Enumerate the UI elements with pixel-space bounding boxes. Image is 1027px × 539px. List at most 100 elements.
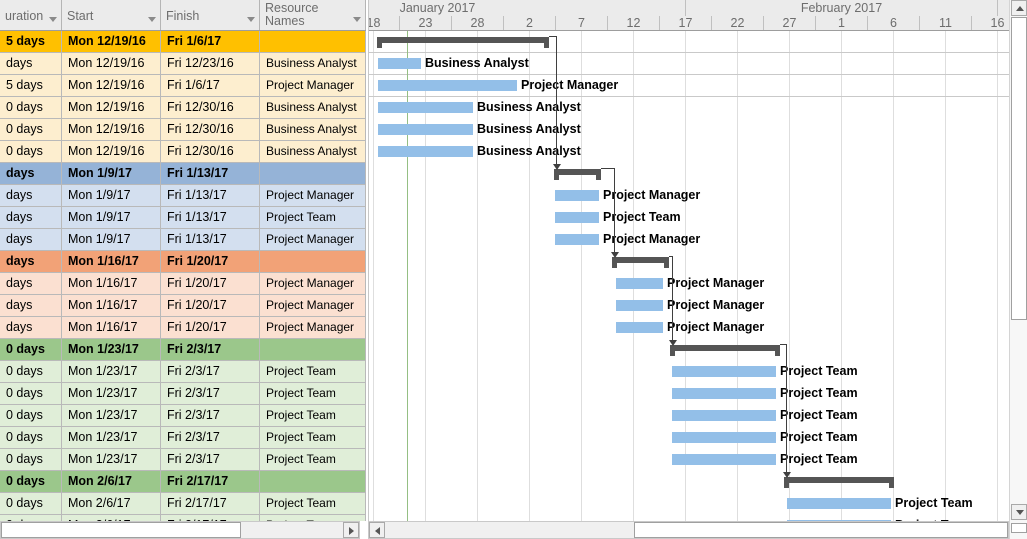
gantt-task-bar[interactable] [672,388,776,399]
cell-resource-names[interactable] [260,339,366,360]
chevron-down-icon[interactable] [353,17,361,22]
table-row[interactable]: 0 days Mon 12/19/16 Fri 12/30/16 Business A… [0,141,366,163]
table-row-summary[interactable]: 0 days Mon 1/23/17 Fri 2/3/17 [0,339,366,361]
cell-start[interactable]: Mon 1/16/17 [62,317,161,338]
cell-start[interactable]: Mon 2/6/17 [62,493,161,514]
cell-finish[interactable]: Fri 1/20/17 [161,295,260,316]
cell-duration[interactable]: 0 days [0,383,62,404]
cell-duration[interactable]: 0 days [0,427,62,448]
cell-resource-names[interactable]: Business Analyst [260,119,366,140]
cell-start[interactable]: Mon 1/9/17 [62,185,161,206]
cell-finish[interactable]: Fri 2/3/17 [161,427,260,448]
gantt-summary-bar[interactable] [612,257,669,263]
cell-finish[interactable]: Fri 1/20/17 [161,251,260,272]
table-row[interactable]: 0 days Mon 1/23/17 Fri 2/3/17 Project Team [0,405,366,427]
cell-resource-names[interactable]: Project Team [260,427,366,448]
gantt-task-bar[interactable] [672,454,776,465]
cell-resource-names[interactable]: Project Team [260,207,366,228]
vscroll-thumb[interactable] [1011,17,1027,320]
cell-resource-names[interactable]: Project Team [260,449,366,470]
gantt-task-bar[interactable] [378,58,421,69]
gantt-task-bar[interactable] [672,366,776,377]
chevron-down-icon[interactable] [247,17,255,22]
cell-resource-names[interactable]: Business Analyst [260,141,366,162]
chart-hscroll-thumb[interactable] [634,522,1008,538]
cell-resource-names[interactable]: Project Manager [260,273,366,294]
cell-start[interactable]: Mon 12/19/16 [62,31,161,52]
cell-finish[interactable]: Fri 2/17/17 [161,493,260,514]
cell-start[interactable]: Mon 12/19/16 [62,119,161,140]
column-header-finish[interactable]: Finish [161,0,260,30]
gantt-summary-bar[interactable] [784,477,894,483]
cell-start[interactable]: Mon 1/23/17 [62,427,161,448]
gantt-task-bar[interactable] [616,278,663,289]
table-row[interactable]: 5 days Mon 12/19/16 Fri 1/6/17 Project Mana… [0,75,366,97]
cell-start[interactable]: Mon 2/6/17 [62,471,161,492]
gantt-task-bar[interactable] [787,498,891,509]
gantt-task-bar[interactable] [616,300,663,311]
cell-duration[interactable]: days [0,295,62,316]
cell-finish[interactable]: Fri 2/3/17 [161,383,260,404]
cell-finish[interactable]: Fri 12/30/16 [161,119,260,140]
cell-duration[interactable]: 0 days [0,97,62,118]
column-header-duration[interactable]: uration [0,0,62,30]
table-row-summary[interactable]: days Mon 1/16/17 Fri 1/20/17 [0,251,366,273]
table-row[interactable]: days Mon 1/16/17 Fri 1/20/17 Project Manage… [0,295,366,317]
gantt-task-bar[interactable] [555,234,599,245]
gantt-summary-bar[interactable] [377,37,549,43]
chevron-down-icon[interactable] [49,17,57,22]
cell-resource-names[interactable]: Project Manager [260,229,366,250]
table-row[interactable]: days Mon 12/19/16 Fri 12/23/16 Business Ana… [0,53,366,75]
cell-duration[interactable]: 0 days [0,449,62,470]
cell-start[interactable]: Mon 1/16/17 [62,273,161,294]
table-row[interactable]: 0 days Mon 12/19/16 Fri 12/30/16 Business A… [0,97,366,119]
cell-finish[interactable]: Fri 1/20/17 [161,317,260,338]
table-row[interactable]: 0 daysMon 2/6/17Fri 2/17/17Project Team [0,493,366,515]
grid-horizontal-scrollbar[interactable] [0,521,360,539]
cell-resource-names[interactable]: Business Analyst [260,97,366,118]
cell-resource-names[interactable]: Project Team [260,405,366,426]
cell-resource-names[interactable]: Project Manager [260,295,366,316]
cell-finish[interactable]: Fri 1/13/17 [161,207,260,228]
cell-duration[interactable]: 0 days [0,141,62,162]
cell-duration[interactable]: days [0,229,62,250]
table-row[interactable]: 0 days Mon 1/23/17 Fri 2/3/17 Project Team [0,449,366,471]
table-row-summary[interactable]: 5 days Mon 12/19/16 Fri 1/6/17 [0,31,366,53]
cell-finish[interactable]: Fri 1/6/17 [161,31,260,52]
chevron-down-icon[interactable] [148,17,156,22]
gantt-task-bar[interactable] [616,322,663,333]
cell-start[interactable]: Mon 12/19/16 [62,97,161,118]
cell-finish[interactable]: Fri 2/3/17 [161,339,260,360]
cell-start[interactable]: Mon 1/16/17 [62,251,161,272]
cell-resource-names[interactable] [260,163,366,184]
cell-finish[interactable]: Fri 12/23/16 [161,53,260,74]
table-row[interactable]: days Mon 1/9/17 Fri 1/13/17 Project Manager [0,229,366,251]
cell-resource-names[interactable]: Project Manager [260,75,366,96]
cell-resource-names[interactable] [260,31,366,52]
gantt-task-bar[interactable] [378,102,473,113]
cell-resource-names[interactable]: Project Manager [260,185,366,206]
gantt-task-bar[interactable] [555,212,599,223]
cell-duration[interactable]: days [0,251,62,272]
vertical-scrollbar[interactable] [1009,0,1027,539]
cell-duration[interactable]: 0 days [0,119,62,140]
cell-finish[interactable]: Fri 2/3/17 [161,361,260,382]
cell-start[interactable]: Mon 1/16/17 [62,295,161,316]
cell-start[interactable]: Mon 12/19/16 [62,75,161,96]
gantt-task-bar[interactable] [378,80,517,91]
cell-start[interactable]: Mon 1/23/17 [62,383,161,404]
cell-start[interactable]: Mon 12/19/16 [62,141,161,162]
cell-start[interactable]: Mon 1/23/17 [62,449,161,470]
table-row[interactable]: 0 days Mon 1/23/17 Fri 2/3/17 Project Team [0,361,366,383]
gantt-task-bar[interactable] [378,124,473,135]
gantt-task-bar[interactable] [555,190,599,201]
gantt-summary-bar[interactable] [670,345,780,351]
vscroll-down-button[interactable] [1011,504,1027,520]
cell-finish[interactable]: Fri 1/20/17 [161,273,260,294]
cell-duration[interactable]: 0 days [0,339,62,360]
chart-horizontal-scrollbar[interactable] [368,521,1009,539]
table-row[interactable]: 0 days Mon 1/23/17 Fri 2/3/17 Project Team [0,427,366,449]
column-header-start[interactable]: Start [62,0,161,30]
cell-start[interactable]: Mon 12/19/16 [62,53,161,74]
cell-resource-names[interactable]: Project Team [260,361,366,382]
